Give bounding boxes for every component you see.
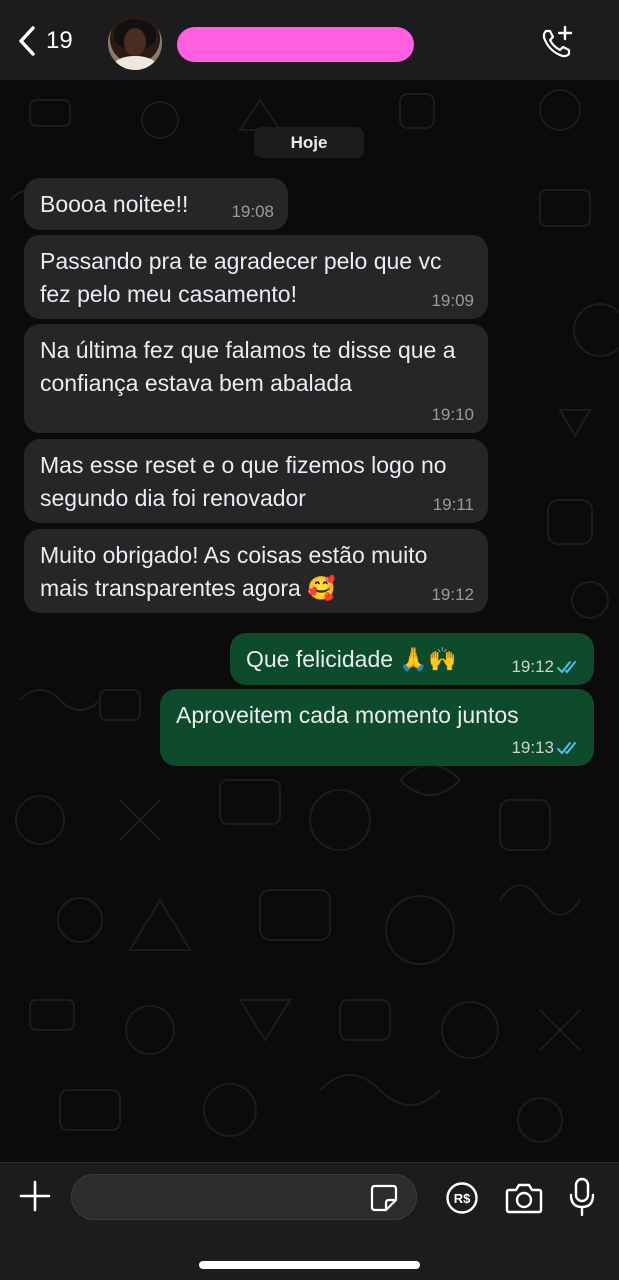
contact-name-redaction[interactable] (177, 27, 414, 62)
message-time: 19:10 (431, 405, 474, 424)
message-bubble-outgoing[interactable]: Aproveitem cada momento juntos 19:13 (160, 689, 594, 766)
plus-icon[interactable] (16, 1177, 54, 1215)
unread-count: 19 (46, 27, 73, 54)
message-time: 19:09 (431, 291, 474, 310)
read-ticks-icon (557, 742, 576, 754)
chat-header: 19 (0, 0, 619, 80)
sticker-icon[interactable] (369, 1183, 399, 1213)
message-time: 19:12 (511, 657, 554, 676)
chat-area[interactable]: Hoje Boooa noitee!! 19:08 Passando pra t… (0, 80, 619, 1162)
message-text: Mas esse reset e o que fizemos logo no s… (40, 452, 447, 511)
avatar[interactable] (108, 16, 162, 70)
message-text: Aproveitem cada momento juntos (176, 702, 519, 728)
date-separator: Hoje (254, 127, 364, 158)
message-text: Passando pra te agradecer pelo que vc fe… (40, 248, 442, 307)
message-bubble-outgoing[interactable]: Que felicidade 🙏🙌 19:12 (230, 633, 594, 685)
message-text: Na última fez que falamos te disse que a… (40, 337, 456, 396)
chevron-left-icon (19, 26, 35, 56)
message-bubble-incoming[interactable]: Passando pra te agradecer pelo que vc fe… (24, 235, 488, 319)
home-indicator[interactable] (199, 1261, 420, 1269)
message-time: 19:11 (432, 495, 474, 514)
payment-icon[interactable]: R$ (445, 1181, 479, 1215)
message-input-bar: R$ (0, 1162, 619, 1280)
avatar-shirt (114, 56, 156, 70)
message-bubble-incoming[interactable]: Boooa noitee!! 19:08 (24, 178, 288, 230)
avatar-face (124, 28, 146, 56)
message-field-container[interactable] (71, 1174, 417, 1220)
microphone-icon[interactable] (568, 1177, 596, 1217)
camera-icon[interactable] (505, 1181, 543, 1215)
message-time: 19:12 (431, 585, 474, 604)
message-time: 19:08 (231, 202, 274, 221)
back-button[interactable]: 19 (14, 22, 73, 60)
message-bubble-incoming[interactable]: Muito obrigado! As coisas estão muito ma… (24, 529, 488, 613)
message-bubble-incoming[interactable]: Mas esse reset e o que fizemos logo no s… (24, 439, 488, 523)
message-time: 19:13 (511, 738, 554, 757)
read-ticks-icon (557, 661, 576, 673)
svg-text:R$: R$ (454, 1191, 471, 1206)
add-call-icon[interactable] (538, 24, 576, 62)
message-text: Muito obrigado! As coisas estão muito ma… (40, 542, 428, 601)
message-input[interactable] (88, 1175, 368, 1219)
message-bubble-incoming[interactable]: Na última fez que falamos te disse que a… (24, 324, 488, 433)
